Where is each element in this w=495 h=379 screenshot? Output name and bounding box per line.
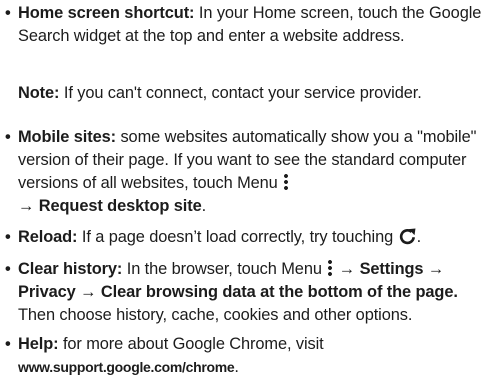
- item-title: Help:: [18, 335, 59, 353]
- request-desktop-site-label: Request desktop site: [38, 197, 202, 215]
- menu-icon: [328, 259, 333, 277]
- arrow-glyph: →: [338, 260, 356, 278]
- clear-browsing-data-label: Clear browsing data at the bottom of the…: [100, 283, 458, 301]
- list-item-home-screen-shortcut: • Home screen shortcut: In your Home scr…: [0, 2, 492, 48]
- bullet: •: [5, 335, 11, 353]
- bullet: •: [5, 228, 11, 246]
- arrow-glyph: →: [80, 283, 97, 301]
- list-item-mobile-sites: • Mobile sites: some websites automatica…: [0, 126, 492, 218]
- note-paragraph: Note: If you can't connect, contact your…: [0, 82, 492, 105]
- item-title: Reload:: [18, 228, 78, 246]
- note-label: Note:: [18, 84, 60, 102]
- support-url-link[interactable]: www.support.google.com/chrome: [18, 359, 235, 375]
- bullet: •: [5, 4, 11, 22]
- settings-label: Settings: [359, 260, 424, 278]
- punctuation: .: [234, 358, 239, 376]
- list-item-reload: • Reload: If a page doesn’t load correct…: [0, 226, 492, 249]
- list-item-help: • Help: for more about Google Chrome, vi…: [0, 333, 492, 379]
- item-title: Mobile sites:: [18, 128, 116, 146]
- item-title: Home screen shortcut:: [18, 4, 195, 22]
- menu-icon: [284, 173, 289, 191]
- punctuation: .: [201, 197, 207, 215]
- note-text: If you can't connect, contact your servi…: [63, 84, 422, 102]
- item-text: for more about Google Chrome, visit: [62, 335, 324, 353]
- item-text-continued: Then choose history, cache, cookies and …: [18, 306, 413, 324]
- item-title: Clear history:: [18, 260, 123, 278]
- bullet: •: [5, 128, 11, 146]
- privacy-label: Privacy: [18, 283, 76, 301]
- arrow-glyph: →: [427, 260, 445, 278]
- item-text: In the browser, touch Menu: [126, 260, 322, 278]
- arrow-glyph: →: [18, 197, 35, 215]
- item-text: If a page doesn’t load correctly, try to…: [81, 228, 394, 246]
- punctuation: .: [416, 228, 422, 246]
- reload-icon: [399, 228, 416, 245]
- list-item-clear-history: • Clear history: In the browser, touch M…: [0, 258, 492, 327]
- bullet: •: [5, 260, 11, 278]
